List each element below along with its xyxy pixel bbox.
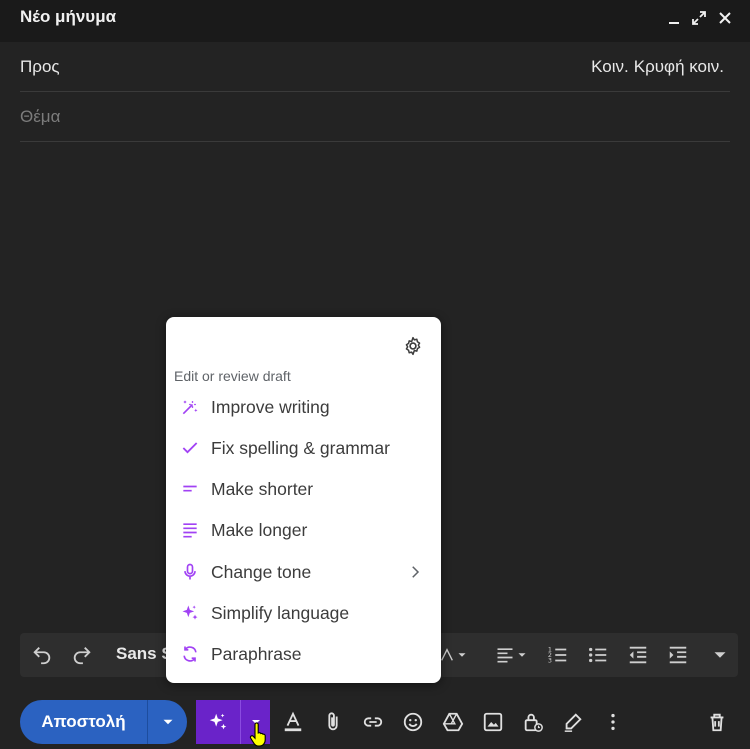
cc-bcc-links: Κοιν. Κρυφή κοιν. bbox=[591, 57, 724, 77]
menu-item-label: Change tone bbox=[211, 562, 312, 582]
menu-item-paraphrase[interactable]: Paraphrase bbox=[166, 635, 441, 673]
subject-input[interactable] bbox=[20, 104, 720, 130]
bulleted-list-icon[interactable] bbox=[584, 641, 612, 669]
send-options-button[interactable] bbox=[148, 700, 187, 744]
numbered-list-icon[interactable]: 123 bbox=[544, 641, 572, 669]
chevron-down-icon bbox=[163, 719, 172, 725]
menu-item-label: Make longer bbox=[211, 520, 308, 540]
menu-header: Edit or review draft bbox=[174, 368, 291, 384]
short-lines-icon bbox=[180, 479, 200, 499]
chevron-right-icon bbox=[412, 566, 420, 578]
menu-item-fix-spelling[interactable]: Fix spelling & grammar bbox=[166, 429, 441, 467]
redo-icon[interactable] bbox=[68, 641, 96, 669]
link-icon[interactable] bbox=[359, 708, 387, 736]
menu-item-label: Paraphrase bbox=[211, 644, 302, 664]
menu-item-improve-writing[interactable]: Improve writing bbox=[166, 388, 441, 426]
emoji-icon[interactable] bbox=[399, 708, 427, 736]
ai-assist-menu: Edit or review draft Improve writing Fix… bbox=[166, 317, 441, 683]
align-dropdown[interactable] bbox=[490, 641, 534, 669]
menu-item-simplify-language[interactable]: Simplify language bbox=[166, 594, 441, 632]
signature-icon[interactable] bbox=[559, 708, 587, 736]
photo-icon[interactable] bbox=[479, 708, 507, 736]
chevron-down-icon bbox=[518, 653, 526, 657]
menu-item-label: Simplify language bbox=[211, 603, 350, 623]
compose-titlebar: Νέο μήνυμα bbox=[0, 0, 750, 42]
chevron-down-icon bbox=[251, 720, 260, 724]
to-field[interactable]: Προς Κοιν. Κρυφή κοιν. bbox=[20, 42, 730, 92]
more-formatting-icon[interactable] bbox=[706, 641, 734, 669]
font-family-select[interactable]: Sans S bbox=[116, 644, 173, 664]
subject-field bbox=[20, 92, 730, 142]
send-button-group: Αποστολή bbox=[20, 700, 187, 744]
check-icon bbox=[180, 438, 200, 458]
refresh-icon bbox=[180, 644, 200, 664]
microphone-icon bbox=[180, 562, 200, 582]
undo-icon[interactable] bbox=[28, 641, 56, 669]
magic-wand-icon bbox=[180, 397, 200, 417]
drive-icon[interactable] bbox=[439, 708, 467, 736]
ai-options-button[interactable] bbox=[241, 700, 270, 744]
text-format-icon[interactable] bbox=[279, 708, 307, 736]
to-label: Προς bbox=[20, 57, 60, 76]
menu-item-label: Fix spelling & grammar bbox=[211, 438, 390, 458]
menu-item-make-shorter[interactable]: Make shorter bbox=[166, 470, 441, 508]
sparkle-icon bbox=[180, 603, 200, 623]
menu-item-make-longer[interactable]: Make longer bbox=[166, 511, 441, 549]
menu-item-label: Improve writing bbox=[211, 397, 330, 417]
more-options-icon[interactable] bbox=[599, 708, 627, 736]
bcc-link[interactable]: Κρυφή κοιν. bbox=[634, 57, 724, 77]
sparkle-icon bbox=[209, 713, 227, 730]
indent-more-icon[interactable] bbox=[664, 641, 692, 669]
chevron-down-icon bbox=[458, 653, 466, 657]
delete-icon[interactable] bbox=[703, 708, 731, 736]
ai-assist-button[interactable] bbox=[196, 700, 240, 744]
gear-icon[interactable] bbox=[402, 335, 424, 357]
expand-icon[interactable] bbox=[689, 8, 709, 28]
align-left-icon bbox=[497, 648, 513, 663]
ai-assist-button-group bbox=[196, 700, 270, 744]
svg-text:3: 3 bbox=[548, 656, 552, 664]
indent-less-icon[interactable] bbox=[624, 641, 652, 669]
confidential-mode-icon[interactable] bbox=[519, 708, 547, 736]
close-icon[interactable] bbox=[715, 8, 735, 28]
cc-link[interactable]: Κοιν. bbox=[591, 57, 629, 77]
long-lines-icon bbox=[180, 520, 200, 540]
menu-item-change-tone[interactable]: Change tone bbox=[166, 553, 441, 591]
send-button[interactable]: Αποστολή bbox=[20, 700, 147, 744]
attach-icon[interactable] bbox=[319, 708, 347, 736]
minimize-icon[interactable] bbox=[664, 8, 684, 28]
menu-item-label: Make shorter bbox=[211, 479, 314, 499]
window-title: Νέο μήνυμα bbox=[20, 7, 117, 26]
